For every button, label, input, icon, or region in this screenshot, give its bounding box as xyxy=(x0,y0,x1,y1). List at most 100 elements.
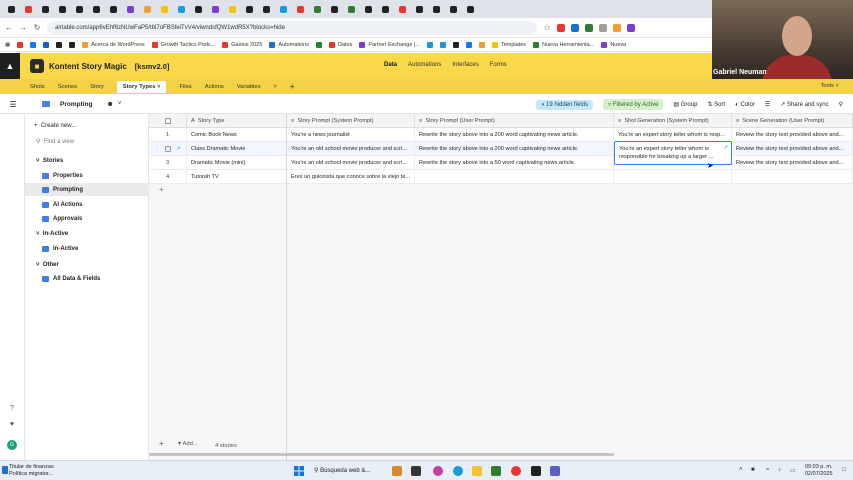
browser-tab[interactable] xyxy=(106,4,120,14)
find-view-input[interactable]: ⚲ Find a view xyxy=(25,135,149,148)
bookmark-link[interactable]: Growth Tactics Podc... xyxy=(151,41,215,48)
section-other[interactable]: ˅ Other xyxy=(25,258,149,271)
nav-data[interactable]: Data xyxy=(384,62,397,68)
taskbar-app-icon[interactable] xyxy=(531,466,541,476)
notifications-icon[interactable]: □ xyxy=(842,467,846,473)
extension-icon[interactable] xyxy=(613,23,621,32)
table-tab-variables[interactable]: Variables xyxy=(237,84,261,90)
expand-record-icon[interactable]: ↗ xyxy=(176,146,181,152)
table-tab-actions[interactable]: Actions xyxy=(205,84,224,90)
bookmark-icon[interactable] xyxy=(17,41,24,48)
browser-tab[interactable] xyxy=(327,4,341,14)
select-all-checkbox[interactable] xyxy=(149,114,187,128)
bookmark-star-icon[interactable]: ☆ xyxy=(543,23,551,32)
table-tab-story[interactable]: Story xyxy=(90,84,104,90)
nav-interfaces[interactable]: Interfaces xyxy=(452,62,478,68)
add-record-options-button[interactable]: ▾ Add... xyxy=(178,441,198,447)
taskbar-search[interactable]: ⚲ Búsqueda web &... xyxy=(314,467,370,474)
grid-cell[interactable]: Dramatic Movie (mini) xyxy=(187,156,287,170)
chevron-down-icon[interactable]: ˅ xyxy=(273,84,276,90)
browser-tab[interactable] xyxy=(344,4,358,14)
view-item-properties[interactable]: Properties xyxy=(25,169,149,182)
browser-tab[interactable] xyxy=(293,4,307,14)
notifications-icon[interactable]: ♥ xyxy=(7,421,17,428)
bookmark-link[interactable]: Templates xyxy=(491,41,526,48)
help-icon[interactable]: ? xyxy=(7,405,17,412)
taskbar-app-icon[interactable] xyxy=(392,466,402,476)
wifi-icon[interactable]: ≈ xyxy=(766,467,769,473)
browser-tab[interactable] xyxy=(463,4,477,14)
back-icon[interactable]: ← xyxy=(5,23,13,32)
sort-button[interactable]: ⇅ Sort xyxy=(707,101,725,108)
browser-tab[interactable] xyxy=(4,4,18,14)
extension-icon[interactable] xyxy=(599,23,607,32)
browser-tab[interactable] xyxy=(259,4,273,14)
browser-tab[interactable] xyxy=(361,4,375,14)
nav-forms[interactable]: Forms xyxy=(490,62,507,68)
taskbar-app-icon[interactable] xyxy=(550,466,560,476)
group-button[interactable]: ▤ Group xyxy=(673,101,697,108)
view-item-all-data-fields[interactable]: All Data & Fields xyxy=(25,272,149,285)
nav-automations[interactable]: Automations xyxy=(408,62,441,68)
bookmark-icon[interactable] xyxy=(69,41,76,48)
browser-tab[interactable] xyxy=(174,4,188,14)
table-row[interactable]: 4 Tutorah TV Eres un guionista que conoc… xyxy=(149,170,853,184)
column-header-shot-system-prompt[interactable]: ≡ Shot Generation (System Prompt) xyxy=(614,114,732,128)
grid-cell[interactable]: Tutorah TV xyxy=(187,170,287,184)
bookmark-icon[interactable] xyxy=(30,41,37,48)
grid-cell[interactable]: You're an expert story teller whom is re… xyxy=(614,128,732,142)
tray-app-icon[interactable]: ■ xyxy=(751,467,755,473)
expanded-cell-editor[interactable]: You're an expert story teller whom is re… xyxy=(614,141,732,165)
grid-cell[interactable]: Eres un guionista que conoce sobre la vi… xyxy=(287,170,415,184)
column-header-story-type[interactable]: A Story Type xyxy=(187,114,287,128)
apps-icon[interactable]: ▦ xyxy=(5,42,10,48)
browser-tab[interactable] xyxy=(429,4,443,14)
bookmark-link[interactable]: Automations xyxy=(269,41,309,48)
base-name[interactable]: Kontent Story Magic xyxy=(49,62,127,71)
bookmark-link[interactable]: Gastos 2025 xyxy=(222,41,262,48)
browser-tab[interactable] xyxy=(446,4,460,14)
browser-tab[interactable] xyxy=(310,4,324,14)
battery-icon[interactable]: ▭ xyxy=(790,467,796,474)
taskbar-app-icon[interactable] xyxy=(433,466,443,476)
bookmark-icon[interactable] xyxy=(439,41,446,48)
color-button[interactable]: ◐ Color xyxy=(735,102,755,108)
browser-tab[interactable] xyxy=(242,4,256,14)
browser-tab[interactable] xyxy=(191,4,205,14)
taskbar-clock[interactable]: 09:03 p. m. 02/07/2025 xyxy=(805,464,833,478)
grid-cell[interactable]: You're an old school movie producer and … xyxy=(287,156,415,170)
grid-cell[interactable]: You're an old school movie producer and … xyxy=(287,142,415,156)
add-table-icon[interactable]: + xyxy=(290,82,295,91)
column-header-story-user-prompt[interactable]: ≡ Story Prompt (User Prompt) xyxy=(415,114,614,128)
bookmark-icon[interactable] xyxy=(452,41,459,48)
grid-cell[interactable]: Class Dramatic Movie xyxy=(187,142,287,156)
filter-button[interactable]: ▿ Filtered by Active xyxy=(603,99,664,110)
bookmark-link[interactable]: Nueva Herramienta... xyxy=(533,41,594,48)
browser-tab[interactable] xyxy=(38,4,52,14)
bookmark-link[interactable]: Datos xyxy=(329,41,352,48)
extension-icon[interactable] xyxy=(571,23,579,32)
airtable-home-icon[interactable]: ▲ xyxy=(0,53,20,79)
bookmark-icon[interactable] xyxy=(478,41,485,48)
row-height-icon[interactable]: ☰ xyxy=(765,101,770,108)
news-widget-icon[interactable] xyxy=(2,466,8,474)
add-row-button[interactable]: + xyxy=(149,185,287,198)
extension-icon[interactable] xyxy=(585,23,593,32)
grid-cell[interactable]: Comic Book News xyxy=(187,128,287,142)
browser-tab[interactable] xyxy=(21,4,35,14)
taskbar-app-icon[interactable] xyxy=(453,466,463,476)
view-item-in-active[interactable]: In-Active xyxy=(25,242,149,255)
expand-cell-icon[interactable]: ↗ xyxy=(723,144,728,152)
taskbar-app-icon[interactable] xyxy=(411,466,421,476)
table-tab-scenes[interactable]: Scenes xyxy=(58,84,77,90)
grid-cell[interactable]: Rewrite the story above into a 50 word c… xyxy=(415,156,614,170)
menu-icon[interactable]: ☰ xyxy=(0,100,26,109)
browser-tab[interactable] xyxy=(89,4,103,14)
url-field[interactable]: airtable.com/app6vEhf6zNUwFaP5/tbl7oFBSf… xyxy=(47,20,537,35)
browser-tab[interactable] xyxy=(55,4,69,14)
bookmark-link[interactable]: Nueva xyxy=(601,41,626,48)
section-stories[interactable]: ˅ Stories xyxy=(25,154,149,167)
bookmark-link[interactable]: Partner Exchange |... xyxy=(359,41,420,48)
grid-cell[interactable] xyxy=(415,170,614,184)
hidden-fields-button[interactable]: ◑ 19 hidden fields xyxy=(535,99,594,110)
